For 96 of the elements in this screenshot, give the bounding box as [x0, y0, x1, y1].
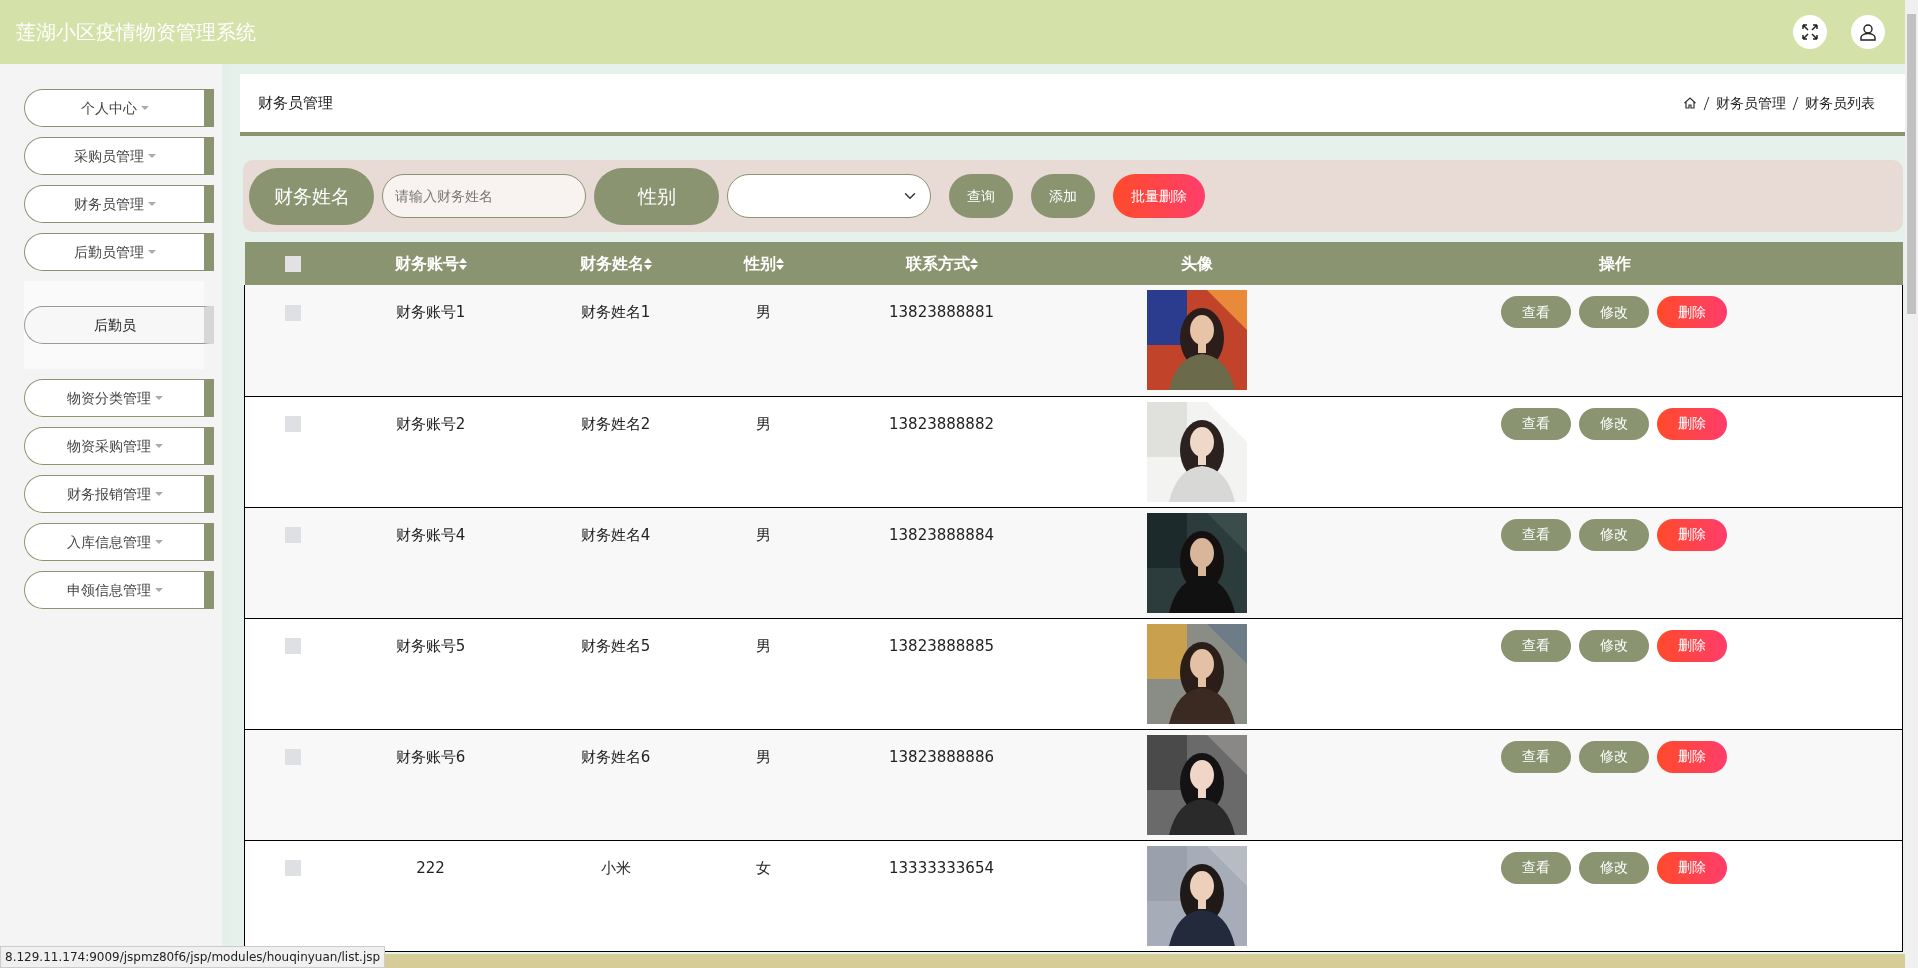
gender-dropdown[interactable] [727, 174, 931, 218]
table-cell: 财务账号4 [395, 525, 466, 544]
table-cell: 财务姓名1 [580, 303, 651, 321]
search-field[interactable]: 请输入财务姓名 [382, 174, 586, 218]
table-cell: 财务姓名2 [580, 414, 651, 433]
table-cell: 13823888882 [889, 414, 994, 433]
row-checkbox[interactable] [284, 860, 301, 876]
action-button[interactable]: 修改 [1579, 851, 1650, 884]
table-cell: 财务账号5 [395, 636, 466, 655]
submenu-item[interactable]: 后勤员 [24, 306, 214, 344]
action-button[interactable]: 修改 [1579, 740, 1650, 773]
field-label: 财务姓名 [249, 167, 374, 225]
row-checkbox[interactable] [284, 527, 301, 543]
delete-button[interactable]: 删除 [1657, 296, 1728, 328]
column-header: 头像 [1180, 253, 1213, 273]
table-cell: 男 [756, 414, 771, 433]
table-cell: 女 [756, 858, 771, 877]
table-cell: 13823888881 [889, 303, 994, 321]
sidebar-menu-item[interactable]: 后勤员管理 [24, 233, 214, 271]
table-cell: 222 [416, 858, 445, 877]
select-all-checkbox[interactable] [284, 256, 301, 272]
row-checkbox[interactable] [284, 638, 301, 654]
fullscreen-button[interactable] [1793, 15, 1827, 49]
table-cell: 财务姓名5 [580, 636, 651, 655]
action-button[interactable]: 查看 [1501, 296, 1572, 328]
action-button[interactable]: 查看 [1501, 407, 1572, 440]
action-button[interactable]: 查看 [1501, 518, 1572, 551]
column-header[interactable]: 财务姓名 [579, 253, 644, 273]
table-cell: 男 [756, 525, 771, 544]
column-header[interactable]: 财务账号 [394, 253, 459, 273]
sort-icon [458, 258, 467, 270]
table-cell: 财务账号1 [395, 303, 466, 321]
delete-button[interactable]: 删除 [1657, 629, 1728, 662]
table-cell: 财务账号6 [395, 747, 466, 766]
table-cell: 财务账号2 [395, 414, 466, 433]
row-checkbox[interactable] [284, 304, 301, 321]
sidebar-menu-item[interactable]: 个人中心 [24, 89, 214, 127]
column-header: 操作 [1598, 253, 1631, 273]
breadcrumb-link[interactable]: 财务员管理 [1716, 92, 1786, 114]
sidebar-menu-item[interactable]: 入库信息管理 [24, 523, 214, 561]
sort-icon [643, 258, 652, 270]
sort-icon [969, 258, 978, 270]
table-cell: 财务姓名6 [580, 747, 651, 766]
table-cell: 13823888885 [889, 636, 994, 655]
user-button[interactable] [1851, 15, 1885, 49]
caret-icon [147, 250, 156, 254]
caret-icon [154, 396, 163, 400]
action-button[interactable]: 修改 [1579, 629, 1650, 662]
sidebar-menu-item[interactable]: 物资分类管理 [24, 379, 214, 417]
scrollbar[interactable] [1905, 0, 1918, 968]
page-title: 财务员管理 [258, 92, 333, 114]
row-checkbox[interactable] [284, 416, 301, 432]
table-cell: 13333333654 [889, 858, 994, 877]
caret-icon [140, 106, 149, 110]
caret-icon [154, 540, 163, 544]
delete-button[interactable]: 删除 [1657, 407, 1728, 440]
sidebar-menu-item[interactable]: 采购员管理 [24, 137, 214, 175]
table-cell: 男 [756, 636, 771, 655]
table-cell: 小米 [600, 858, 631, 877]
toolbar-button[interactable]: 添加 [1031, 174, 1095, 218]
table-cell: 男 [756, 303, 771, 321]
row-checkbox[interactable] [284, 749, 301, 765]
column-header[interactable]: 联系方式 [905, 253, 970, 273]
caret-icon [154, 588, 163, 592]
app-title: 莲湖小区疫情物资管理系统 [16, 19, 256, 46]
action-button[interactable]: 修改 [1579, 407, 1650, 440]
table-cell: 13823888886 [889, 747, 994, 766]
fullscreen-icon [1801, 23, 1819, 41]
delete-button[interactable]: 删除 [1657, 518, 1728, 551]
table-cell: 13823888884 [889, 525, 994, 544]
column-header[interactable]: 性别 [743, 253, 776, 273]
action-button[interactable]: 修改 [1579, 518, 1650, 551]
caret-icon [147, 154, 156, 158]
action-button[interactable]: 查看 [1501, 629, 1572, 662]
sidebar-menu-item[interactable]: 物资采购管理 [24, 427, 214, 465]
delete-button[interactable]: 删除 [1657, 851, 1728, 884]
table-cell: 财务姓名4 [580, 525, 651, 544]
caret-icon [147, 202, 156, 206]
toolbar-button[interactable]: 查询 [949, 174, 1013, 218]
sidebar-menu-item[interactable]: 财务报销管理 [24, 475, 214, 513]
field-label: 性别 [594, 167, 719, 225]
action-button[interactable]: 查看 [1501, 740, 1572, 773]
breadcrumb-link[interactable]: 财务员列表 [1805, 92, 1875, 114]
table-cell: 男 [756, 747, 771, 766]
user-icon [1859, 23, 1877, 41]
sort-icon [775, 258, 784, 270]
delete-button[interactable]: 删除 [1657, 740, 1728, 773]
caret-icon [154, 444, 163, 448]
home-icon [1683, 96, 1697, 110]
action-button[interactable]: 查看 [1501, 851, 1572, 884]
sidebar-menu-item[interactable]: 申领信息管理 [24, 571, 214, 609]
sidebar-menu-item[interactable]: 财务员管理 [24, 185, 214, 223]
caret-icon [154, 492, 163, 496]
action-button[interactable]: 修改 [1579, 296, 1650, 328]
status-url: 8.129.11.174:9009/jspmz80f6/jsp/modules/houqinyuan/list.jsp [0, 946, 386, 968]
batch-delete-button[interactable]: 批量删除 [1113, 174, 1205, 218]
